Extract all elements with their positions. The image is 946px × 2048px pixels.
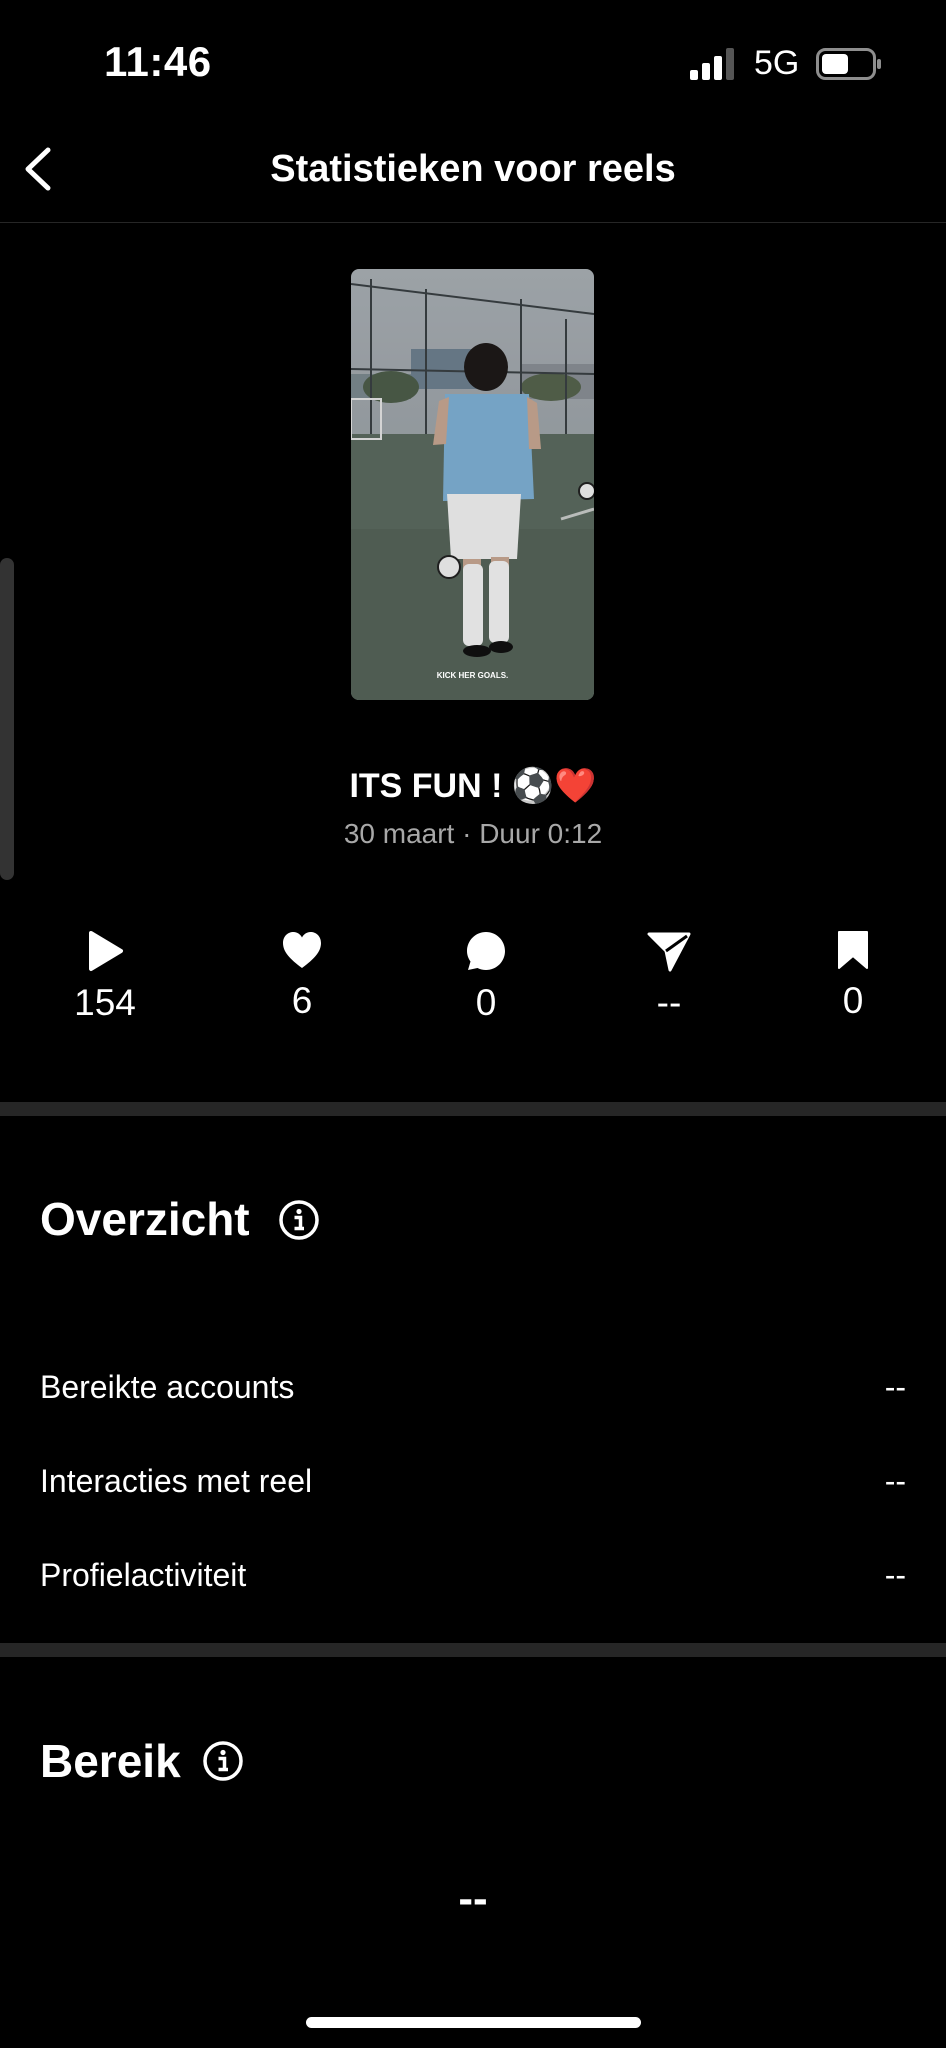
stat-shares-value: -- bbox=[656, 982, 682, 1023]
overview-row-value: -- bbox=[884, 1463, 906, 1499]
overview-row-label: Interacties met reel bbox=[40, 1463, 313, 1499]
stat-likes: 6 bbox=[242, 930, 362, 1022]
overview-row-label: Profielactiviteit bbox=[40, 1557, 247, 1593]
reel-caption-emoji: ⚽️❤️ bbox=[511, 767, 597, 805]
battery-icon bbox=[816, 48, 881, 80]
stat-comments: 0 bbox=[426, 930, 546, 1024]
section-divider bbox=[0, 1102, 946, 1116]
overview-row-interactions[interactable]: Interacties met reel -- bbox=[40, 1463, 906, 1500]
reel-thumbnail-image bbox=[351, 269, 594, 700]
info-icon[interactable] bbox=[278, 1199, 320, 1241]
stat-comments-value: 0 bbox=[475, 982, 497, 1023]
reel-meta: 30 maart · Duur 0:12 bbox=[343, 818, 603, 849]
reel-thumbnail[interactable]: KICK HER GOALS. bbox=[351, 269, 594, 700]
send-icon bbox=[647, 932, 691, 972]
page-title: Statistieken voor reels bbox=[270, 148, 676, 190]
comment-icon bbox=[467, 932, 505, 970]
overview-row-value: -- bbox=[884, 1369, 906, 1405]
reach-title: Bereik bbox=[40, 1735, 181, 1787]
reel-caption: ITS FUN ! ⚽️❤️ bbox=[0, 766, 946, 806]
header: Statistieken voor reels bbox=[0, 120, 946, 223]
overview-row-profile-activity[interactable]: Profielactiviteit -- bbox=[40, 1557, 906, 1594]
home-indicator[interactable] bbox=[306, 2017, 641, 2028]
overview-row-value: -- bbox=[884, 1557, 906, 1593]
overview-title: Overzicht bbox=[40, 1193, 250, 1245]
stat-plays-value: 154 bbox=[74, 982, 136, 1023]
stat-likes-value: 6 bbox=[291, 980, 313, 1021]
stat-plays: 154 bbox=[45, 930, 165, 1024]
play-icon bbox=[89, 931, 123, 971]
signal-icon bbox=[690, 48, 734, 80]
reel-caption-text: ITS FUN ! bbox=[349, 767, 503, 805]
bookmark-icon bbox=[838, 931, 868, 969]
network-type: 5G bbox=[754, 44, 800, 82]
reach-value: -- bbox=[458, 1874, 488, 1923]
stat-saves: 0 bbox=[793, 930, 913, 1022]
overview-row-reached-accounts[interactable]: Bereikte accounts -- bbox=[40, 1369, 906, 1406]
status-time: 11:46 bbox=[104, 38, 212, 85]
info-icon[interactable] bbox=[202, 1740, 244, 1782]
stat-saves-value: 0 bbox=[842, 980, 864, 1021]
reel-overlay-text: KICK HER GOALS. bbox=[436, 671, 509, 680]
stat-shares: -- bbox=[609, 930, 729, 1024]
heart-icon bbox=[283, 932, 321, 968]
section-divider bbox=[0, 1643, 946, 1657]
status-bar: 11:46 5G bbox=[0, 0, 946, 120]
overview-row-label: Bereikte accounts bbox=[40, 1369, 295, 1405]
